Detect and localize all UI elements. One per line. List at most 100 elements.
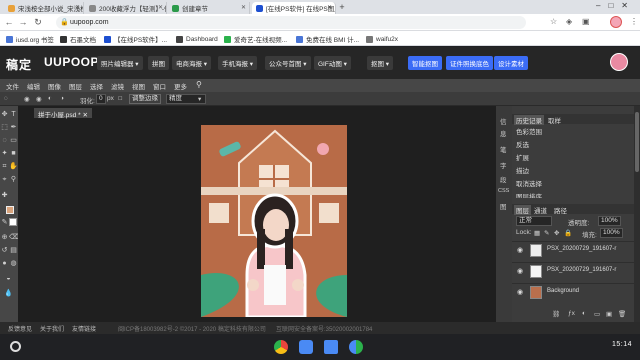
opacity-input[interactable]: 100% [598,216,621,226]
design-materials-button[interactable]: 设计素材 [494,56,528,70]
nav-ecommerce-poster[interactable]: 电商海报 ▾ [172,56,212,70]
nav-wechat-cover[interactable]: 公众号首图 ▾ [265,56,311,70]
history-item[interactable]: 取消选择 [516,178,542,188]
crop-tool-icon[interactable]: ⌗ [0,162,9,171]
history-item[interactable]: 扩展 [516,152,529,162]
bookmark-item[interactable]: 石墨文档 [60,34,96,44]
bookmark-item[interactable]: 免费在线 BMI 计... [296,34,359,44]
feedback-link[interactable]: 反馈意见 [8,324,32,333]
pen-tool-icon[interactable]: ✒ [9,123,18,132]
files-icon[interactable] [299,340,313,354]
menu-file[interactable]: 文件 [6,81,19,91]
close-icon[interactable]: ✕ [158,4,163,11]
stamp-tool-icon[interactable]: ⊕ [0,233,9,242]
sponge-tool-icon[interactable]: ◒ [4,274,13,283]
nav-gif[interactable]: GIF动图 ▾ [314,56,351,70]
checkbox-icon[interactable]: ☐ [118,96,122,102]
bookmark-item[interactable]: 爱奇艺-在线视频... [224,34,287,44]
user-avatar[interactable] [610,53,628,71]
menu-image[interactable]: 图像 [48,81,61,91]
side-paragraph[interactable]: 段 [500,174,507,184]
side-brush[interactable]: 笔 [500,144,507,154]
dodge-tool-icon[interactable]: ◍ [9,259,18,268]
gradient-tool-icon[interactable]: ▤ [9,246,18,255]
zoom-tool-icon[interactable]: ⚲ [9,175,18,184]
menu-select[interactable]: 选择 [90,81,103,91]
bookmark-item[interactable]: 【在线PS软件】... [104,34,167,44]
menu-window[interactable]: 窗口 [153,81,166,91]
launcher-icon[interactable] [10,341,21,352]
close-icon[interactable]: ✕ [241,4,246,11]
eyedropper-icon[interactable]: ⌖ [0,175,9,184]
background-color-swatch[interactable] [9,218,17,226]
marquee-tool-icon[interactable]: ⬚ [0,123,9,132]
layer-row[interactable]: ◉ PSX_20200729_191607-r [512,262,634,279]
side-css[interactable]: CSS [498,188,509,194]
eraser-tool-icon[interactable]: ⌫ [9,233,19,242]
close-icon[interactable]: ✕ [327,4,332,11]
image-canvas[interactable] [201,125,347,317]
nav-mobile-poster[interactable]: 手机海报 ▾ [218,56,258,70]
type-tool-icon[interactable]: T [9,110,18,119]
eye-icon[interactable]: ◉ [517,288,523,296]
window-controls[interactable]: –□✕ [596,1,636,10]
play-store-icon[interactable] [349,340,363,354]
document-tab[interactable]: 拼于小屋.psd * ✕ [34,108,92,119]
trash-icon[interactable]: 🗑 [618,310,626,318]
search-icon[interactable]: ⚲ [196,80,202,89]
panel-scrollbar[interactable] [634,106,640,322]
extension-icon[interactable]: ▣ [582,17,590,26]
mask-icon[interactable]: ◐ [582,310,586,317]
drop-tool-icon[interactable]: 💧 [4,289,13,298]
lock-all-icon[interactable]: 🔒 [564,229,572,237]
link-layers-icon[interactable]: ⛓ [552,310,560,318]
selection-new-icon[interactable]: ◉ [24,95,30,103]
history-item[interactable]: 描边 [516,165,529,175]
bookmark-item[interactable]: Dashboard [176,34,218,44]
tab-paths[interactable]: 路径 [554,205,567,215]
foreground-color-swatch[interactable] [6,206,14,214]
shape-tool-icon[interactable]: ▭ [9,136,18,145]
brush-tool-icon[interactable]: ✎ [0,218,9,227]
menu-more[interactable]: 更多 [174,81,187,91]
docs-icon[interactable] [324,340,338,354]
selection-intersect-icon[interactable]: ◑ [60,95,64,102]
fill-input[interactable]: 100% [600,228,623,238]
profile-avatar[interactable] [610,16,622,28]
side-info-2[interactable]: 息 [500,128,507,138]
blur-tool-icon[interactable]: ● [0,259,9,268]
selection-add-icon[interactable]: ◉ [36,95,42,103]
forward-icon[interactable]: → [18,17,28,27]
lock-transparency-icon[interactable]: ▦ [534,229,540,237]
nav-photo-editor[interactable]: 照片编辑器 ▾ [97,56,143,70]
lock-pixels-icon[interactable]: ✎ [544,229,549,237]
menu-view[interactable]: 视图 [132,81,145,91]
tab-history[interactable]: 历史记录 [514,115,544,125]
eye-icon[interactable]: ◉ [517,246,523,254]
bookmark-item[interactable]: waifu2x [366,34,398,44]
folder-icon[interactable]: ▭ [594,310,600,318]
friend-links[interactable]: 友情链接 [72,324,96,333]
tab-swatches[interactable]: 取样 [548,115,561,125]
menu-filter[interactable]: 滤镜 [111,81,124,91]
side-character[interactable]: 字 [500,160,507,170]
layer-style-icon[interactable]: ƒx [568,310,575,317]
browser-tab-1[interactable]: 宋浅桉全部小说_宋浅桉作品全集 ✕ [4,2,84,14]
chrome-icon[interactable] [274,340,288,354]
bookmark-item[interactable]: iusd.org 书签 [6,34,54,44]
layer-row[interactable]: ◉ PSX_20200729_191607-r [512,241,634,258]
lock-position-icon[interactable]: ✥ [554,229,559,237]
menu-layer[interactable]: 图层 [69,81,82,91]
browser-tab-4[interactable]: [在线PS软件] 在线PS图片 ✕ [252,2,336,14]
history-item[interactable]: 反选 [516,139,529,149]
history-brush-icon[interactable]: ↺ [0,246,9,255]
magic-wand-icon[interactable]: ✦ [0,149,9,158]
url-input[interactable]: 🔒 uupoop.com [56,16,526,29]
extension-icon[interactable]: ◈ [566,17,572,26]
new-layer-icon[interactable]: ▣ [606,310,612,318]
tab-channels[interactable]: 通道 [534,205,547,215]
tab-layers[interactable]: 图层 [514,205,531,215]
about-link[interactable]: 关于我们 [40,324,64,333]
history-item[interactable]: 色彩范围 [516,126,542,136]
rectangle-tool-icon[interactable]: ■ [9,149,18,158]
